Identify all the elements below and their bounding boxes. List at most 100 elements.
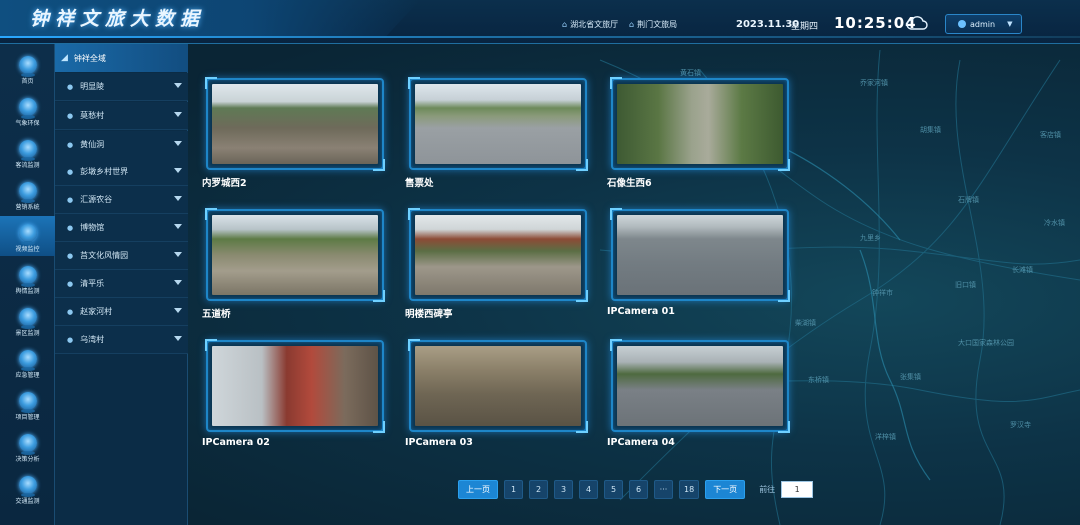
page-button[interactable]: 1 <box>504 480 523 499</box>
goto-page-input[interactable] <box>781 481 814 498</box>
camera-tile[interactable]: IPCamera 01 <box>607 208 790 317</box>
region-header[interactable]: ◢ 钟祥全域 <box>55 44 188 72</box>
region-label: 莫愁村 <box>80 111 105 120</box>
camera-feed-video[interactable] <box>415 215 581 295</box>
camera-feed-frame[interactable] <box>408 208 588 302</box>
fish-icon: ◢ <box>61 53 68 63</box>
region-item[interactable]: ● 莒文化风情园 <box>55 242 188 270</box>
camera-feed-frame[interactable] <box>610 208 790 302</box>
page-button[interactable]: 2 <box>529 480 548 499</box>
region-item[interactable]: ● 黄仙洞 <box>55 131 188 159</box>
camera-tile[interactable]: 售票处 <box>405 77 588 189</box>
header-link-city[interactable]: ⌂ 荆门文旅局 <box>629 19 677 30</box>
camera-feed-frame[interactable] <box>205 339 385 433</box>
region-item[interactable]: ● 汇源农谷 <box>55 186 188 214</box>
region-item[interactable]: ● 赵家河村 <box>55 298 188 326</box>
location-pin-icon: ● <box>67 111 74 120</box>
camera-feed-video[interactable] <box>415 346 581 426</box>
camera-tile[interactable]: IPCamera 02 <box>202 339 385 448</box>
nav-label: 首页 <box>21 78 34 85</box>
region-item[interactable]: ● 彭墩乡村世界 <box>55 158 188 186</box>
camera-feed-frame[interactable] <box>610 77 790 171</box>
region-item[interactable]: ● 莫愁村 <box>55 102 188 130</box>
region-item[interactable]: ● 明显陵 <box>55 73 188 101</box>
page-button[interactable]: 18 <box>679 480 700 499</box>
nav-item-home[interactable]: 首页 <box>0 48 55 88</box>
cloud-icon <box>906 16 928 30</box>
next-page-button[interactable]: 下一页 <box>705 480 746 499</box>
nav-item-visitor-flow[interactable]: 客流监测 <box>0 132 55 172</box>
nav-item-scenic[interactable]: 景区监测 <box>0 300 55 340</box>
location-pin-icon: ● <box>67 82 74 91</box>
page-button[interactable]: 6 <box>629 480 648 499</box>
location-pin-icon: ● <box>67 195 74 204</box>
project-icon <box>18 392 37 413</box>
camera-feed-video[interactable] <box>617 346 783 426</box>
user-menu-button[interactable]: admin ▼ <box>945 14 1022 34</box>
camera-feed-video[interactable] <box>212 346 378 426</box>
nav-item-marketing[interactable]: 营销系统 <box>0 174 55 214</box>
emergency-icon <box>18 350 37 371</box>
location-pin-icon: ● <box>67 307 74 316</box>
camera-tile[interactable]: IPCamera 03 <box>405 339 588 448</box>
nav-label: 应急管理 <box>15 372 40 379</box>
camera-feed-frame[interactable] <box>205 77 385 171</box>
page-button[interactable]: 3 <box>554 480 573 499</box>
location-pin-icon: ● <box>67 251 74 260</box>
region-label: 明显陵 <box>80 82 105 91</box>
nav-item-video[interactable]: 视频监控 <box>0 216 55 256</box>
nav-item-traffic[interactable]: 交通监测 <box>0 468 55 508</box>
location-pin-icon: ● <box>67 279 74 288</box>
camera-feed-video[interactable] <box>617 215 783 295</box>
header-link-province[interactable]: ⌂ 湖北省文旅厅 <box>562 19 618 30</box>
camera-tile[interactable]: IPCamera 04 <box>607 339 790 448</box>
map-label: 冷水镇 <box>1044 219 1065 227</box>
nav-item-opinion[interactable]: 舆情监测 <box>0 258 55 298</box>
region-label: 清平乐 <box>80 279 105 288</box>
camera-name: 五道桥 <box>202 309 231 320</box>
nav-item-analysis[interactable]: 决策分析 <box>0 426 55 466</box>
map-label: 柴湖镇 <box>795 319 816 327</box>
chevron-down-icon <box>174 224 182 229</box>
camera-feed-frame[interactable] <box>205 208 385 302</box>
nav-label: 交通监测 <box>15 498 40 505</box>
region-item[interactable]: ● 博物馆 <box>55 214 188 242</box>
nav-item-emergency[interactable]: 应急管理 <box>0 342 55 382</box>
region-label: 汇源农谷 <box>80 195 113 204</box>
map-label: 九里乡 <box>860 234 881 242</box>
nav-label: 舆情监测 <box>15 288 40 295</box>
camera-tile[interactable]: 内罗城西2 <box>202 77 385 189</box>
region-label: 赵家河村 <box>80 307 113 316</box>
camera-name: 明楼西碑亭 <box>405 309 453 320</box>
camera-feed-frame[interactable] <box>610 339 790 433</box>
page-ellipsis[interactable]: ··· <box>654 480 673 499</box>
camera-tile[interactable]: 明楼西碑亭 <box>405 208 588 320</box>
header-link-label: 湖北省文旅厅 <box>570 20 619 29</box>
camera-feed-frame[interactable] <box>408 77 588 171</box>
location-pin-icon: ● <box>67 335 74 344</box>
camera-feed-frame[interactable] <box>408 339 588 433</box>
map-label: 洋梓镇 <box>875 433 896 441</box>
user-icon <box>958 20 966 28</box>
camera-feed-video[interactable] <box>212 215 378 295</box>
page-button[interactable]: 5 <box>604 480 623 499</box>
region-label: 黄仙洞 <box>80 140 105 149</box>
camera-tile[interactable]: 五道桥 <box>202 208 385 320</box>
region-header-label: 钟祥全域 <box>73 53 106 63</box>
region-item[interactable]: ● 清平乐 <box>55 270 188 298</box>
chevron-down-icon <box>174 168 182 173</box>
camera-feed-video[interactable] <box>415 84 581 164</box>
prev-page-button[interactable]: 上一页 <box>458 480 498 499</box>
nav-item-weather[interactable]: 气象环保 <box>0 90 55 130</box>
region-item[interactable]: ● 乌湾村 <box>55 326 188 354</box>
nav-item-project[interactable]: 项目管理 <box>0 384 55 424</box>
map-label: 罗汉寺 <box>1010 421 1031 429</box>
nav-label: 决策分析 <box>15 456 40 463</box>
camera-icon <box>18 224 37 245</box>
camera-tile[interactable]: 石像生西6 <box>607 77 790 189</box>
region-label: 博物馆 <box>80 223 105 232</box>
camera-feed-video[interactable] <box>617 84 783 164</box>
caret-down-icon: ▼ <box>1007 20 1013 28</box>
page-button[interactable]: 4 <box>579 480 598 499</box>
camera-feed-video[interactable] <box>212 84 378 164</box>
